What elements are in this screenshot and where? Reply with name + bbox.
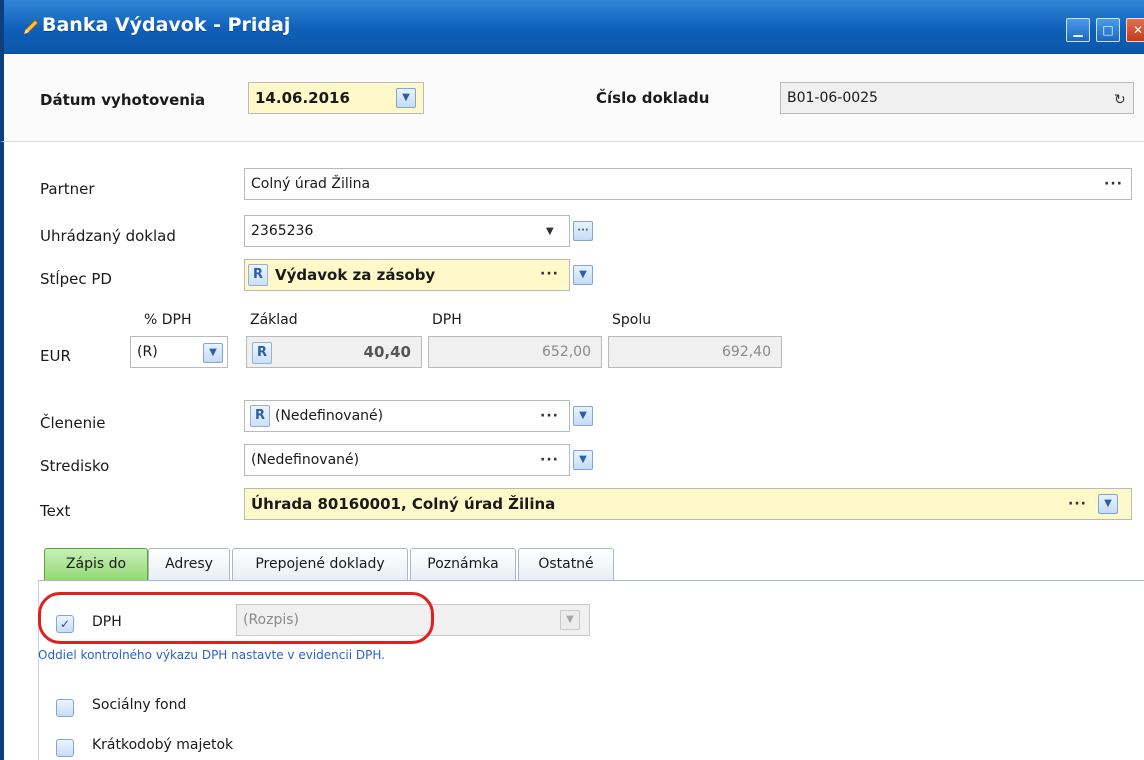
vat-mode-dropdown-button[interactable]: ▼	[560, 610, 580, 630]
ellipsis-icon[interactable]: ···	[540, 452, 559, 468]
header-section: Dátum vyhotovenia 14.06.2016 ▼ Číslo dok…	[0, 54, 1144, 142]
chevron-down-icon: ▼	[579, 410, 587, 421]
vat-pct-label: % DPH	[144, 312, 192, 328]
chevron-down-icon: ▼	[579, 454, 587, 465]
partner-value: Colný úrad Žilina	[251, 176, 371, 192]
tab-ostatne[interactable]: Ostatné	[518, 548, 614, 580]
division-dropdown-button[interactable]: ▼	[573, 406, 593, 426]
pencil-icon	[20, 16, 42, 38]
vat-value: 652,00	[542, 344, 591, 360]
currency-label: EUR	[40, 347, 71, 365]
close-button[interactable]: ✕	[1126, 18, 1144, 42]
paid-doc-field[interactable]: 2365236	[244, 215, 570, 247]
chevron-down-icon: ▼	[1104, 498, 1112, 509]
maximize-button[interactable]: □	[1096, 18, 1120, 42]
tab-adresy[interactable]: Adresy	[148, 548, 230, 580]
vat-pct-value: (R)	[137, 344, 158, 360]
ellipsis-icon[interactable]: ···	[540, 408, 559, 424]
ellipsis-icon[interactable]: ···	[540, 266, 559, 282]
paid-doc-label: Uhrádzaný doklad	[40, 227, 176, 245]
text-field[interactable]: Úhrada 80160001, Colný úrad Žilina	[244, 488, 1132, 520]
doc-number-value: B01-06-0025	[787, 90, 878, 106]
column-label: Stĺpec PD	[40, 270, 112, 288]
date-picker-button[interactable]: ▼	[396, 88, 416, 108]
window-title: Banka Výdavok - Pridaj	[42, 14, 291, 36]
text-dropdown-button[interactable]: ▼	[1098, 494, 1118, 514]
chevron-down-icon: ▼	[209, 347, 217, 358]
dialog-window: Banka Výdavok - Pridaj ▁ □ ✕ Dátum vyhot…	[0, 0, 1144, 760]
tab-poznamka[interactable]: Poznámka	[410, 548, 516, 580]
center-field[interactable]: (Nedefinované)	[244, 444, 570, 476]
chevron-down-icon: ▼	[566, 614, 574, 625]
short-term-assets-checkbox[interactable]	[56, 739, 74, 757]
redo-arrow-icon[interactable]: ↻	[1114, 92, 1126, 108]
partner-field[interactable]: Colný úrad Žilina	[244, 168, 1132, 200]
social-fund-checkbox[interactable]	[56, 699, 74, 717]
base-value: 40,40	[363, 343, 411, 361]
chevron-down-icon[interactable]: ▼	[546, 226, 554, 237]
division-badge: R	[250, 405, 270, 427]
partner-label: Partner	[40, 180, 95, 198]
date-label: Dátum vyhotovenia	[40, 91, 206, 109]
center-value: (Nedefinované)	[251, 452, 360, 468]
column-field[interactable]: Výdavok za zásoby	[244, 259, 570, 291]
date-value: 14.06.2016	[255, 89, 350, 107]
title-bar: Banka Výdavok - Pridaj ▁ □ ✕	[0, 0, 1144, 54]
paid-doc-value: 2365236	[251, 223, 314, 239]
base-badge: R	[252, 342, 272, 364]
doc-number-field[interactable]: B01-06-0025	[780, 82, 1134, 114]
chevron-down-icon: ▼	[579, 269, 587, 280]
division-label: Členenie	[40, 414, 106, 432]
base-field[interactable]: 40,40	[246, 336, 422, 368]
center-dropdown-button[interactable]: ▼	[573, 450, 593, 470]
column-badge: R	[248, 264, 268, 286]
paid-doc-browse-button[interactable]: ···	[573, 221, 593, 241]
ellipsis-icon: ···	[577, 225, 589, 236]
minimize-button[interactable]: ▁	[1066, 18, 1090, 42]
total-value: 692,40	[722, 344, 771, 360]
vat-field[interactable]: 652,00	[428, 336, 602, 368]
base-label: Základ	[250, 312, 298, 328]
social-fund-label: Sociálny fond	[92, 697, 187, 713]
center-label: Stredisko	[40, 457, 110, 475]
vat-pct-dropdown-button[interactable]: ▼	[203, 343, 223, 363]
division-value: (Nedefinované)	[275, 408, 384, 424]
ellipsis-icon[interactable]: ···	[1068, 496, 1087, 512]
vat-note: Oddiel kontrolného výkazu DPH nastavte v…	[38, 648, 385, 662]
total-label: Spolu	[612, 312, 652, 328]
tab-prepojene-doklady[interactable]: Prepojené doklady	[232, 548, 408, 580]
column-dropdown-button[interactable]: ▼	[573, 265, 593, 285]
text-label: Text	[40, 502, 71, 520]
division-field[interactable]: (Nedefinované)	[244, 400, 570, 432]
column-value: Výdavok za zásoby	[275, 266, 436, 284]
highlight-annotation	[38, 592, 434, 644]
tab-zapis-do[interactable]: Zápis do	[44, 548, 148, 582]
vat-label: DPH	[432, 312, 462, 328]
chevron-down-icon: ▼	[402, 92, 410, 103]
total-field[interactable]: 692,40	[608, 336, 782, 368]
ellipsis-icon[interactable]: ···	[1104, 176, 1123, 192]
doc-number-label: Číslo dokladu	[596, 89, 710, 107]
text-value: Úhrada 80160001, Colný úrad Žilina	[251, 495, 556, 513]
short-term-assets-label: Krátkodobý majetok	[92, 737, 234, 753]
